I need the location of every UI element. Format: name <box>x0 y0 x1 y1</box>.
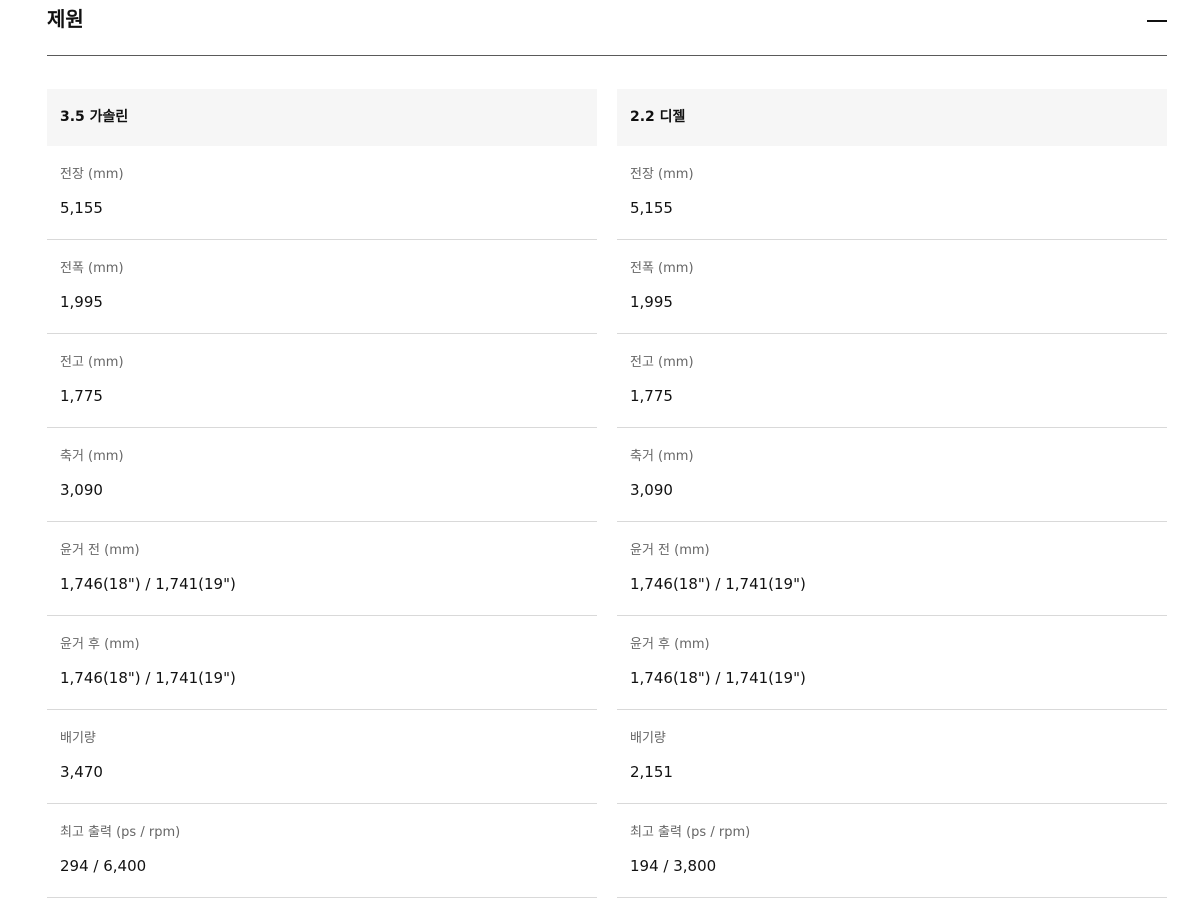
spec-column-diesel: 2.2 디젤 전장 (mm) 5,155 전폭 (mm) 1,995 전고 (m… <box>617 89 1167 898</box>
specs-section: 제원 3.5 가솔린 전장 (mm) 5,155 전폭 (mm) 1,995 전… <box>47 0 1167 898</box>
spec-row-width: 전폭 (mm) 1,995 <box>47 240 597 334</box>
spec-row-height: 전고 (mm) 1,775 <box>617 334 1167 428</box>
spec-value: 294 / 6,400 <box>60 857 147 875</box>
spec-row-wheelbase: 축거 (mm) 3,090 <box>617 428 1167 522</box>
spec-value: 3,090 <box>60 481 103 499</box>
spec-label: 축거 (mm) <box>630 449 694 464</box>
spec-value: 1,746(18") / 1,741(19") <box>60 669 236 687</box>
spec-row-rear-track: 윤거 후 (mm) 1,746(18") / 1,741(19") <box>617 616 1167 710</box>
spec-label: 윤거 전 (mm) <box>60 543 140 558</box>
spec-label: 전고 (mm) <box>60 355 124 370</box>
spec-label: 배기량 <box>630 731 666 746</box>
minus-icon <box>1147 20 1167 22</box>
column-header: 3.5 가솔린 <box>47 89 597 146</box>
spec-row-max-power: 최고 출력 (ps / rpm) 194 / 3,800 <box>617 804 1167 898</box>
spec-row-length: 전장 (mm) 5,155 <box>617 146 1167 240</box>
spec-label: 윤거 후 (mm) <box>60 637 140 652</box>
spec-row-displacement: 배기량 3,470 <box>47 710 597 804</box>
spec-label: 전장 (mm) <box>630 167 694 182</box>
spec-row-displacement: 배기량 2,151 <box>617 710 1167 804</box>
spec-value: 1,995 <box>630 293 673 311</box>
spec-row-length: 전장 (mm) 5,155 <box>47 146 597 240</box>
spec-label: 전고 (mm) <box>630 355 694 370</box>
spec-row-max-power: 최고 출력 (ps / rpm) 294 / 6,400 <box>47 804 597 898</box>
spec-label: 전장 (mm) <box>60 167 124 182</box>
section-header[interactable]: 제원 <box>47 0 1167 56</box>
spec-value: 194 / 3,800 <box>630 857 717 875</box>
spec-row-front-track: 윤거 전 (mm) 1,746(18") / 1,741(19") <box>617 522 1167 616</box>
column-header: 2.2 디젤 <box>617 89 1167 146</box>
spec-value: 3,090 <box>630 481 673 499</box>
spec-column-gasoline: 3.5 가솔린 전장 (mm) 5,155 전폭 (mm) 1,995 전고 (… <box>47 89 597 898</box>
spec-label: 최고 출력 (ps / rpm) <box>630 825 751 840</box>
spec-label: 전폭 (mm) <box>630 261 694 276</box>
spec-value: 3,470 <box>60 763 103 781</box>
spec-row-front-track: 윤거 전 (mm) 1,746(18") / 1,741(19") <box>47 522 597 616</box>
spec-label: 윤거 후 (mm) <box>630 637 710 652</box>
spec-label: 전폭 (mm) <box>60 261 124 276</box>
spec-value: 1,995 <box>60 293 103 311</box>
collapse-button[interactable] <box>1145 8 1167 32</box>
section-title: 제원 <box>47 7 84 31</box>
spec-value: 1,746(18") / 1,741(19") <box>630 669 806 687</box>
spec-value: 1,775 <box>60 387 103 405</box>
spec-row-height: 전고 (mm) 1,775 <box>47 334 597 428</box>
spec-row-wheelbase: 축거 (mm) 3,090 <box>47 428 597 522</box>
spec-label: 배기량 <box>60 731 96 746</box>
spec-value: 1,746(18") / 1,741(19") <box>60 575 236 593</box>
spec-row-width: 전폭 (mm) 1,995 <box>617 240 1167 334</box>
spec-value: 1,775 <box>630 387 673 405</box>
spec-value: 2,151 <box>630 763 673 781</box>
spec-label: 윤거 전 (mm) <box>630 543 710 558</box>
spec-value: 5,155 <box>60 199 103 217</box>
spec-label: 축거 (mm) <box>60 449 124 464</box>
spec-value: 5,155 <box>630 199 673 217</box>
spec-label: 최고 출력 (ps / rpm) <box>60 825 181 840</box>
spec-value: 1,746(18") / 1,741(19") <box>630 575 806 593</box>
spec-row-rear-track: 윤거 후 (mm) 1,746(18") / 1,741(19") <box>47 616 597 710</box>
